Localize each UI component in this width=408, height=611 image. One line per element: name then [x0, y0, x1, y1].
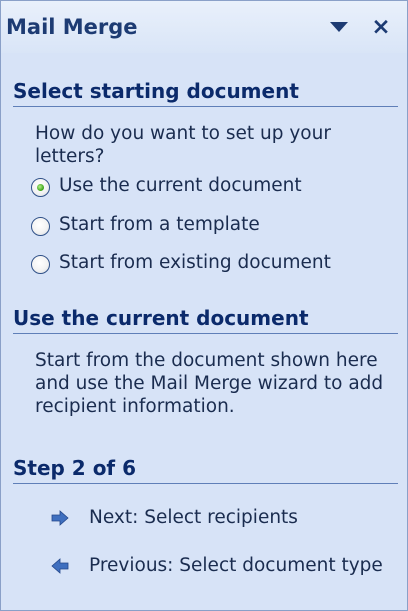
radio-button[interactable] — [31, 255, 50, 274]
next-select-recipients-link[interactable]: Next: Select recipients — [51, 505, 401, 533]
option-label: Start from existing document — [59, 252, 331, 273]
section-heading-use-current-document: Use the current document — [13, 306, 398, 334]
previous-select-document-type-link[interactable]: Previous: Select document type — [51, 553, 401, 581]
task-pane-title: Mail Merge — [6, 15, 138, 39]
step-indicator: Step 2 of 6 — [13, 456, 398, 484]
option-label: Start from a template — [59, 214, 260, 235]
next-link-label: Next: Select recipients — [89, 507, 298, 528]
option-start-from-existing-document[interactable]: Start from existing document — [31, 250, 391, 280]
section-heading-select-starting-document: Select starting document — [13, 79, 398, 107]
option-use-current-document[interactable]: Use the current document — [31, 173, 391, 203]
mail-merge-task-pane: Mail Merge × Select starting document Ho… — [0, 0, 408, 611]
previous-link-label: Previous: Select document type — [89, 555, 383, 576]
task-pane-titlebar: Mail Merge × — [1, 1, 407, 53]
arrow-left-icon — [51, 558, 69, 578]
option-start-from-template[interactable]: Start from a template — [31, 212, 391, 242]
close-icon[interactable]: × — [367, 14, 395, 40]
arrow-right-icon — [51, 510, 69, 530]
radio-dot — [37, 184, 44, 191]
option-label: Use the current document — [59, 175, 302, 196]
chevron-down-icon[interactable] — [328, 17, 350, 37]
setup-question: How do you want to set up your letters? — [35, 123, 331, 167]
section-description: Start from the document shown here and u… — [35, 350, 384, 417]
radio-button-selected[interactable] — [31, 178, 50, 197]
radio-button[interactable] — [31, 217, 50, 236]
